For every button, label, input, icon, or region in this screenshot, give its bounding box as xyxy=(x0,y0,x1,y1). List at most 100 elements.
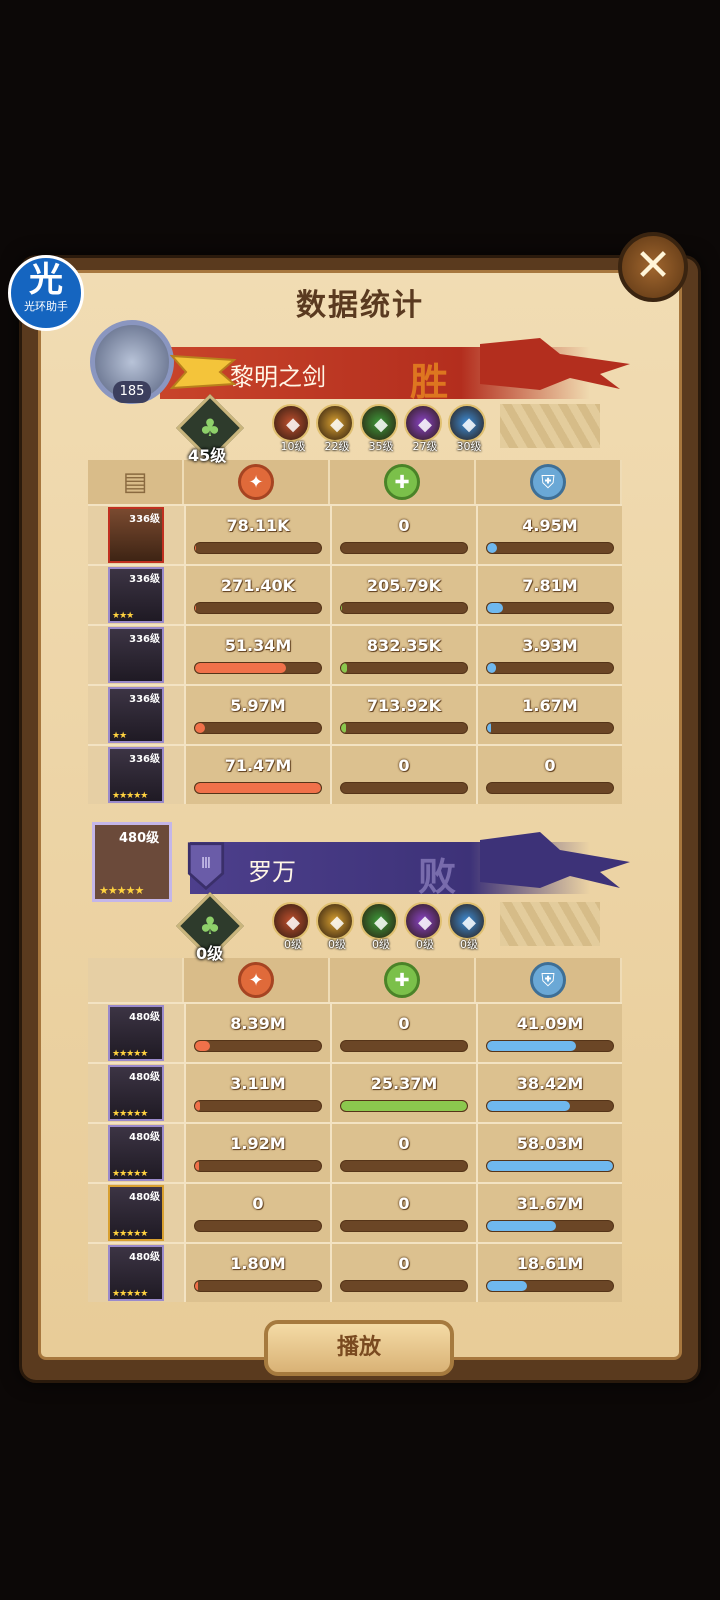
hero-row: 336级 ★★★★★ 71.47M 0 0 xyxy=(88,744,632,804)
shield-value: 31.67M xyxy=(516,1194,584,1213)
heal-value: 832.35K xyxy=(366,636,442,655)
graveborn-icon: ◆ 0级 xyxy=(404,902,442,951)
team2-player-level: 480级 xyxy=(119,831,160,846)
heal-bar-fill xyxy=(341,603,343,613)
heal-bar xyxy=(340,602,468,614)
hero-row: 480级 ★★★★★ 3.11M 25.37M 38.42M xyxy=(88,1062,632,1122)
faction-level: 27级 xyxy=(412,440,438,453)
victory-wing-icon xyxy=(169,354,237,390)
shield-bar-fill xyxy=(487,663,496,673)
hero-portrait[interactable]: 336级 xyxy=(108,627,164,683)
hero-portrait[interactable]: 336级 ★★★ xyxy=(108,567,164,623)
heal-bar xyxy=(340,1040,468,1052)
hero-portrait[interactable]: 336级 xyxy=(108,507,164,563)
faction-level: 0级 xyxy=(284,938,302,951)
shield-value: 18.61M xyxy=(516,1254,584,1273)
shield-bar xyxy=(486,602,614,614)
faction-level: 0级 xyxy=(460,938,478,951)
close-button[interactable]: ✕ xyxy=(618,232,688,302)
heal-bar-fill xyxy=(341,1101,467,1111)
faction-level: 35级 xyxy=(368,440,394,453)
celestial-icon: ◆ 30级 xyxy=(448,404,486,453)
hero-portrait[interactable]: 336级 ★★★★★ xyxy=(108,747,164,803)
dmg-cell: 5.97M xyxy=(184,684,330,744)
hero-row: 336级 ★★ 5.97M 713.92K 1.67M xyxy=(88,684,632,744)
heal-cell: 0 xyxy=(330,1002,476,1062)
team2-player-stars: ★★★★★ xyxy=(99,884,144,897)
dmg-bar xyxy=(194,1220,322,1232)
dmg-bar-fill xyxy=(195,783,321,793)
shield-bar xyxy=(486,1280,614,1292)
team2-stats-table: ✦ ✚ ⛨ 480级 ★★★★★ 8.39M 0 41.09M 480级 ★★★★★ 3.11… xyxy=(88,958,632,1302)
hero-stars: ★★★★★ xyxy=(112,1169,148,1179)
shield-cell: 41.09M xyxy=(476,1002,622,1062)
hero-portrait[interactable]: 336级 ★★ xyxy=(108,687,164,743)
hero-level: 480级 xyxy=(129,1132,160,1143)
hero-level: 480级 xyxy=(129,1192,160,1203)
team1-avatar[interactable]: 185 xyxy=(90,320,174,404)
hero-level: 480级 xyxy=(129,1072,160,1083)
app-badge-label: 光环助手 xyxy=(24,300,68,313)
heal-bar xyxy=(340,782,468,794)
dmg-bar-fill xyxy=(195,1161,199,1171)
healing-icon: ✚ xyxy=(384,962,420,998)
guanghuan-assistant-badge[interactable]: 光 光环助手 xyxy=(8,255,84,331)
team2-name: 罗万 xyxy=(248,858,296,886)
hero-stars: ★★★★★ xyxy=(112,1049,148,1059)
maulers-icon: ◆ 0级 xyxy=(316,902,354,951)
wilder-icon: ◆ 35级 xyxy=(360,404,398,453)
dmg-cell: 1.92M xyxy=(184,1122,330,1182)
shield-bar xyxy=(486,542,614,554)
shield-bar xyxy=(486,722,614,734)
heal-cell: 205.79K xyxy=(330,564,476,624)
dmg-bar xyxy=(194,1040,322,1052)
shield-cell: 4.95M xyxy=(476,504,622,564)
faction-level: 22级 xyxy=(324,440,350,453)
heal-cell: 0 xyxy=(330,504,476,564)
hero-portrait[interactable]: 480级 ★★★★★ xyxy=(108,1005,164,1061)
team1-table-header: ▤ ✦ ✚ ⛨ xyxy=(88,460,632,504)
hero-portrait[interactable]: 480级 ★★★★★ xyxy=(108,1125,164,1181)
hero-stars: ★★ xyxy=(112,731,127,741)
heal-bar xyxy=(340,1100,468,1112)
hero-level: 336级 xyxy=(129,754,160,765)
hero-portrait[interactable]: 480级 ★★★★★ xyxy=(108,1065,164,1121)
team2-tree-level: 0级 xyxy=(196,944,224,963)
dmg-bar xyxy=(194,602,322,614)
dmg-bar xyxy=(194,542,322,554)
team2-table-header: ✦ ✚ ⛨ xyxy=(88,958,632,1002)
heal-value: 713.92K xyxy=(366,696,442,715)
team2-avatar[interactable]: 480级 ★★★★★ xyxy=(92,822,172,902)
heal-cell: 0 xyxy=(330,744,476,804)
heal-value: 0 xyxy=(398,756,410,775)
play-button[interactable]: 播放 xyxy=(264,1320,454,1376)
heal-value: 0 xyxy=(398,516,410,535)
shield-icon: ⛨ xyxy=(530,464,566,500)
dmg-bar-fill xyxy=(195,723,206,733)
shield-bar xyxy=(486,1040,614,1052)
dmg-value: 0 xyxy=(252,1194,264,1213)
wilder-icon: ◆ 0级 xyxy=(360,902,398,951)
shield-bar-fill xyxy=(487,1221,557,1231)
shield-value: 58.03M xyxy=(516,1134,584,1153)
heal-bar xyxy=(340,722,468,734)
hero-stars: ★★★★★ xyxy=(112,791,148,801)
hero-row: 336级 51.34M 832.35K 3.93M xyxy=(88,624,632,684)
heal-cell: 832.35K xyxy=(330,624,476,684)
hero-portrait[interactable]: 480级 ★★★★★ xyxy=(108,1185,164,1241)
dmg-bar-fill xyxy=(195,1101,201,1111)
shield-icon: ⛨ xyxy=(530,962,566,998)
celestial-icon: ◆ 0级 xyxy=(448,902,486,951)
dmg-value: 1.80M xyxy=(230,1254,286,1273)
hero-portrait[interactable]: 480级 ★★★★★ xyxy=(108,1245,164,1301)
dmg-cell: 51.34M xyxy=(184,624,330,684)
team2-flag-icon xyxy=(480,832,630,888)
hero-level: 336级 xyxy=(129,634,160,645)
shield-bar-fill xyxy=(487,1101,571,1111)
shield-bar-fill xyxy=(487,723,491,733)
heal-bar xyxy=(340,662,468,674)
dmg-value: 3.11M xyxy=(230,1074,286,1093)
dmg-cell: 0 xyxy=(184,1182,330,1242)
heal-value: 0 xyxy=(398,1194,410,1213)
hero-stars: ★★★★★ xyxy=(112,1289,148,1299)
